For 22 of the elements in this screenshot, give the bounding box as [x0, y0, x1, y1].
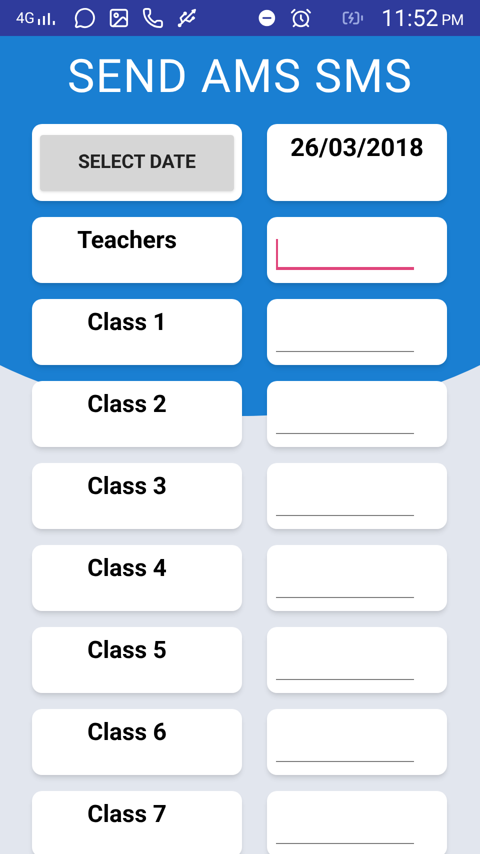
group-label: Class 7 — [87, 799, 167, 830]
group-label: Class 3 — [87, 471, 167, 502]
input-field[interactable] — [276, 237, 414, 270]
phone-icon — [142, 7, 164, 29]
image-icon — [108, 7, 130, 29]
clock-meridiem: PM — [441, 13, 464, 28]
network-label: 4G — [16, 8, 35, 29]
alarm-icon — [290, 7, 312, 29]
minus-circle-icon — [256, 7, 278, 29]
group-label: Class 1 — [87, 307, 167, 338]
group-label: Teachers — [77, 225, 177, 256]
group-label: Class 2 — [87, 389, 167, 420]
clock-time: 11:52 — [381, 6, 438, 30]
page-title: SEND AMS SMS — [66, 54, 414, 106]
select-date-button[interactable]: SELECT DATE — [40, 134, 234, 190]
date-value: 26/03/2018 — [290, 133, 424, 165]
text-cursor — [276, 239, 278, 267]
group-label: Class 4 — [87, 553, 167, 584]
usb-icon — [176, 7, 198, 29]
messenger-icon — [74, 7, 96, 29]
group-label: Class 6 — [87, 717, 167, 748]
group-label: Class 5 — [87, 635, 167, 666]
